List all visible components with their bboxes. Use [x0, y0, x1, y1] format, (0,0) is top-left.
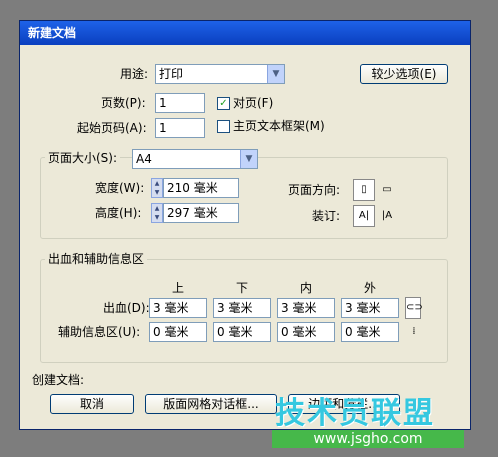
- right-binding-icon[interactable]: |A: [379, 208, 395, 224]
- pages-label: 页数(P):: [101, 96, 146, 110]
- facing-pages-label: 对页(F): [233, 96, 274, 110]
- start-page-label: 起始页码(A):: [77, 121, 147, 135]
- column-top-label: 上: [171, 281, 184, 295]
- watermark-title: 技术员联盟: [275, 396, 435, 431]
- slug-top-input[interactable]: 0 毫米: [149, 322, 207, 342]
- master-text-frame-label: 主页文本框架(M): [233, 119, 325, 133]
- page-size-select[interactable]: A4 ▼: [132, 149, 258, 169]
- pages-input[interactable]: 1: [155, 93, 205, 113]
- start-page-input[interactable]: 1: [155, 118, 205, 138]
- width-spinner[interactable]: ▲ ▼: [151, 178, 163, 198]
- fewer-options-button[interactable]: 较少选项(E): [360, 64, 448, 84]
- chevron-down-icon: ▼: [267, 65, 284, 83]
- facing-pages-checkbox[interactable]: ✓: [217, 97, 230, 110]
- dialog-title: 新建文档: [20, 21, 470, 45]
- slug-inside-input[interactable]: 0 毫米: [277, 322, 335, 342]
- bleed-label: 出血(D):: [103, 301, 150, 315]
- master-text-frame-checkbox[interactable]: [217, 120, 230, 133]
- create-document-label: 创建文档:: [32, 373, 85, 387]
- slug-bottom-input[interactable]: 0 毫米: [213, 322, 271, 342]
- purpose-label: 用途:: [120, 67, 149, 81]
- new-document-dialog: 新建文档 用途: 打印 ▼ 较少选项(E) 页数(P): 1 ✓ 对页(F) 起…: [19, 20, 471, 430]
- page-size-group: [40, 157, 448, 239]
- bleed-top-input[interactable]: 3 毫米: [149, 298, 207, 318]
- width-input[interactable]: 210 毫米: [163, 178, 239, 198]
- binding-label: 装订:: [312, 209, 341, 223]
- layout-grid-dialog-button[interactable]: 版面网格对话框...: [145, 394, 277, 414]
- broken-chain-icon[interactable]: ⁞: [406, 324, 422, 340]
- bleed-inside-input[interactable]: 3 毫米: [277, 298, 335, 318]
- portrait-orientation-icon[interactable]: ▯: [353, 179, 375, 201]
- width-label: 宽度(W):: [95, 181, 145, 195]
- purpose-value: 打印: [159, 67, 184, 81]
- bleed-slug-title: 出血和辅助信息区: [45, 251, 148, 267]
- cancel-button[interactable]: 取消: [50, 394, 134, 414]
- bleed-bottom-input[interactable]: 3 毫米: [213, 298, 271, 318]
- height-label: 高度(H):: [95, 206, 142, 220]
- purpose-select[interactable]: 打印 ▼: [155, 64, 285, 84]
- chevron-down-icon: ▼: [240, 150, 257, 168]
- page-size-value: A4: [136, 152, 152, 166]
- landscape-orientation-icon[interactable]: ▭: [379, 182, 395, 198]
- column-bottom-label: 下: [235, 281, 248, 295]
- watermark-url: www.jsgho.com: [272, 430, 464, 448]
- slug-outside-input[interactable]: 0 毫米: [341, 322, 399, 342]
- column-outside-label: 外: [363, 281, 376, 295]
- page-size-label: 页面大小(S):: [45, 150, 121, 166]
- height-input[interactable]: 297 毫米: [163, 203, 239, 223]
- chain-link-icon[interactable]: ⊂⊃: [405, 297, 423, 319]
- orientation-label: 页面方向:: [288, 183, 341, 197]
- height-spinner[interactable]: ▲ ▼: [151, 203, 163, 223]
- column-inside-label: 内: [299, 281, 312, 295]
- bleed-outside-input[interactable]: 3 毫米: [341, 298, 399, 318]
- left-binding-icon[interactable]: A|: [353, 205, 375, 227]
- slug-label: 辅助信息区(U):: [58, 325, 141, 339]
